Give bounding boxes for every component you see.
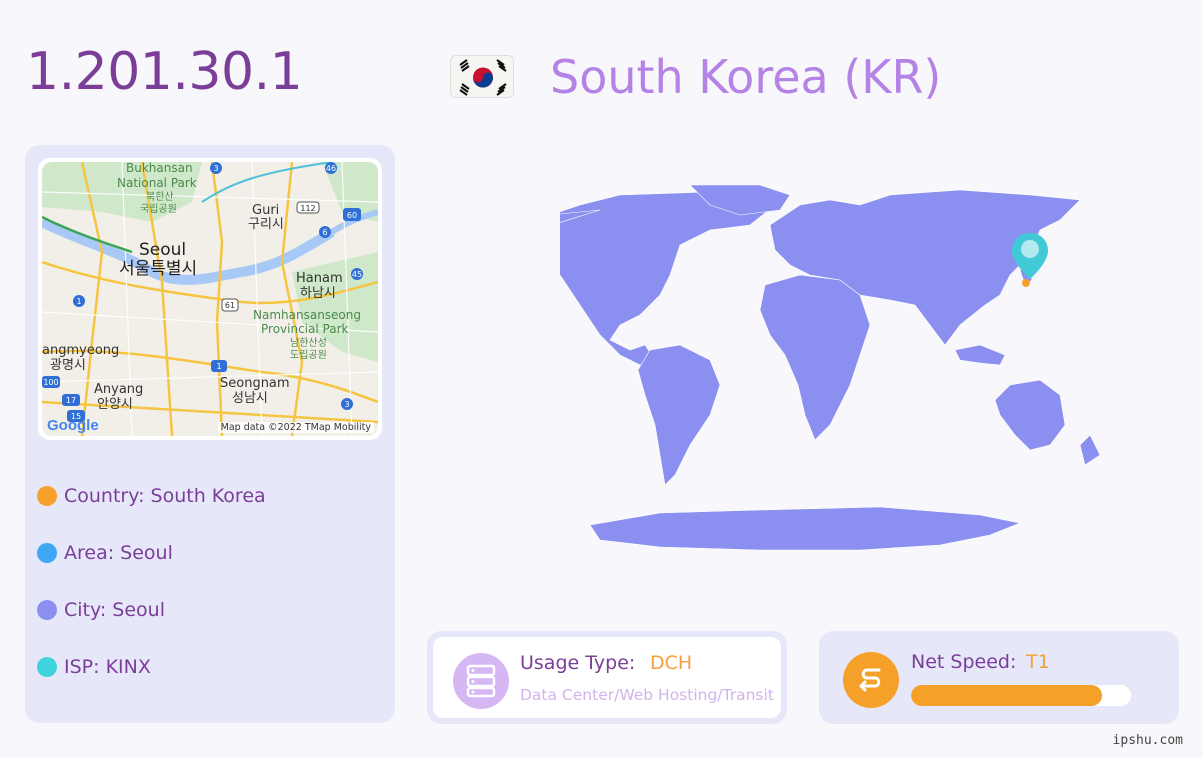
map-label-bukhansan: Bukhansan <box>126 162 193 175</box>
route-shield-1b: 1 <box>216 362 221 371</box>
map-label-seongnam: Seongnam <box>220 376 290 391</box>
net-speed-value: T1 <box>1026 651 1050 673</box>
info-area-text: Area: Seoul <box>64 541 173 564</box>
route-shield-1a: 1 <box>76 297 81 306</box>
net-speed-card: Net Speed: T1 <box>819 631 1179 724</box>
north-america-shape <box>519 189 776 366</box>
country-title: South Korea (KR) <box>550 50 942 104</box>
isp-dot-icon <box>37 656 57 677</box>
route-shield-112: 112 <box>300 204 315 213</box>
info-city: City: Seoul <box>37 581 266 638</box>
ip-address-title: 1.201.30.1 <box>26 42 303 102</box>
info-country-text: Country: South Korea <box>64 484 266 507</box>
route-shield-17: 17 <box>66 396 76 405</box>
map-label-gwangmyeong-kr: 광명시 <box>50 358 86 373</box>
google-logo: Google <box>47 417 99 434</box>
map-label-seoul: Seoul <box>139 240 186 260</box>
route-shield-3b: 3 <box>344 400 349 409</box>
country-dot-icon <box>37 485 57 506</box>
map-label-hanam-kr: 하남시 <box>300 286 336 301</box>
world-map[interactable] <box>484 184 1160 555</box>
net-speed-label: Net Speed: <box>911 651 1017 673</box>
usage-type-description: Data Center/Web Hosting/Transit <box>520 686 774 704</box>
info-isp-text: ISP: KINX <box>64 655 151 678</box>
location-info-list: Country: South Korea Area: Seoul City: S… <box>37 467 266 695</box>
map-label-namhansanseong: Namhansanseong <box>253 308 361 322</box>
map-label-anyang: Anyang <box>94 382 143 397</box>
south-america-shape <box>637 344 721 486</box>
africa-shape <box>759 274 871 441</box>
map-label-national-park: National Park <box>117 176 197 190</box>
usage-type-card: Usage Type: DCH Data Center/Web Hosting/… <box>427 631 787 724</box>
location-panel: Bukhansan National Park 북한산 국립공원 Guri 구리… <box>25 145 395 723</box>
map-label-namhan-kr: 남한산성 <box>290 337 327 349</box>
route-shield-100: 100 <box>43 378 58 387</box>
city-dot-icon <box>37 599 57 620</box>
net-speed-bar <box>911 685 1131 706</box>
route-shield-6: 6 <box>322 228 327 237</box>
australia-shape <box>994 379 1066 451</box>
speed-icon <box>843 652 899 708</box>
map-label-hanam: Hanam <box>296 271 343 286</box>
south-korea-flag-icon <box>450 55 514 98</box>
area-dot-icon <box>37 542 57 563</box>
map-label-namhan-park-kr: 도립공원 <box>290 348 327 361</box>
location-pin-icon[interactable] <box>1012 233 1048 287</box>
map-label-anyang-kr: 안양시 <box>97 397 133 412</box>
map-label-bukhansan-park-kr: 국립공원 <box>140 202 177 215</box>
route-shield-3: 3 <box>213 164 218 173</box>
seoul-map[interactable]: Bukhansan National Park 북한산 국립공원 Guri 구리… <box>38 158 382 440</box>
info-city-text: City: Seoul <box>64 598 165 621</box>
map-attribution: Map data ©2022 TMap Mobility <box>217 422 374 433</box>
map-label-seoul-kr: 서울특별시 <box>119 259 197 279</box>
route-shield-60: 60 <box>347 211 357 220</box>
usage-type-label: Usage Type: <box>520 652 636 674</box>
map-label-provincial-park: Provincial Park <box>261 322 348 336</box>
route-shield-61: 61 <box>225 301 235 310</box>
map-label-bukhansan-kr: 북한산 <box>146 191 174 203</box>
map-label-gwangmyeong: angmyeong <box>42 343 119 358</box>
info-isp: ISP: KINX <box>37 638 266 695</box>
map-label-guri: Guri <box>252 203 279 218</box>
antarctica-shape <box>589 506 1022 551</box>
route-shield-45: 45 <box>352 270 362 279</box>
route-shield-46: 46 <box>326 164 336 173</box>
site-watermark: ipshu.com <box>1112 733 1183 748</box>
server-icon <box>453 653 509 709</box>
map-label-guri-kr: 구리시 <box>248 217 284 232</box>
map-label-seongnam-kr: 성남시 <box>232 391 268 406</box>
info-country: Country: South Korea <box>37 467 266 524</box>
usage-type-value: DCH <box>650 652 693 674</box>
net-speed-bar-fill <box>911 685 1103 706</box>
info-area: Area: Seoul <box>37 524 266 581</box>
